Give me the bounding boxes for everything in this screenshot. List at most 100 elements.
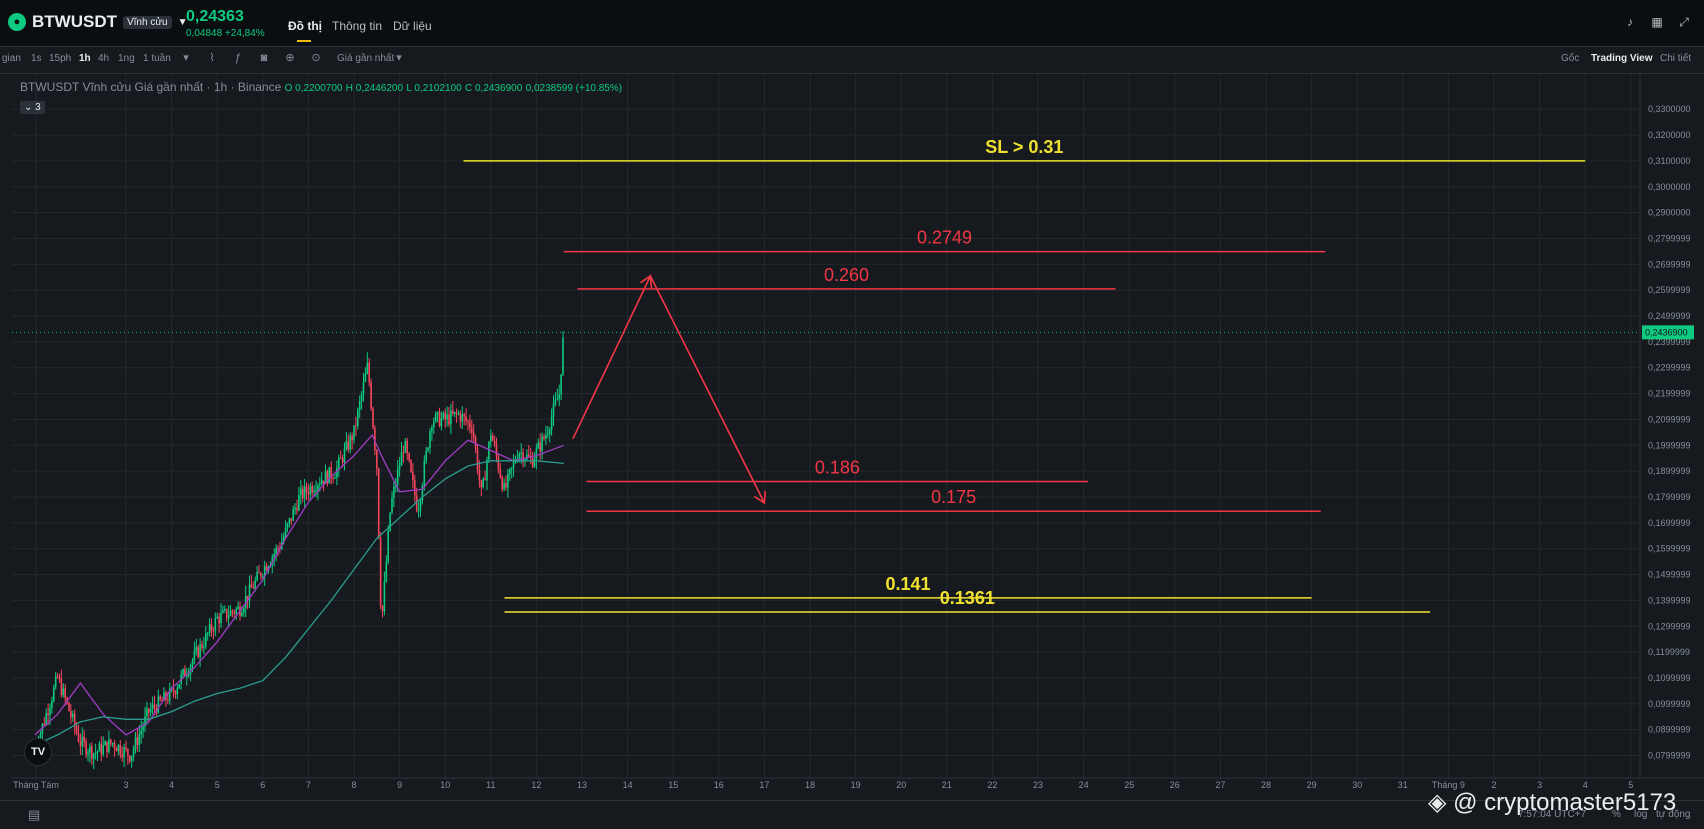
candle-body [550, 416, 553, 430]
time-label[interactable]: gian [2, 53, 21, 64]
level-label: 0.186 [815, 457, 860, 477]
candle-body [260, 573, 262, 577]
candle-body [334, 477, 336, 479]
candle-body [450, 410, 452, 425]
y-tick-label: 0,3100000 [1648, 156, 1691, 166]
candle-body [91, 746, 93, 759]
candle-body [556, 399, 559, 401]
symbol-name: BTWUSDT [32, 12, 117, 31]
candle-body [220, 612, 222, 624]
grid-icon[interactable]: ▦ [1650, 15, 1664, 29]
candle-body [210, 624, 213, 631]
view-tradingview[interactable]: Trading View [1591, 53, 1653, 64]
symbol-selector[interactable]: ● BTWUSDT Vĩnh cửu ▼ [8, 12, 188, 32]
interval-15m[interactable]: 15ph [49, 53, 71, 64]
candle-body [275, 547, 277, 554]
interval-1h[interactable]: 1h [79, 53, 91, 64]
candle-body [172, 688, 175, 692]
price-type-select[interactable]: Giá gần nhất [337, 53, 394, 64]
candle-body [425, 450, 427, 461]
y-tick-label: 0,2099999 [1648, 414, 1691, 424]
expand-icon[interactable]: ⤢ [1677, 15, 1691, 29]
interval-dropdown-icon[interactable]: ▾ [180, 52, 192, 64]
interval-1s[interactable]: 1s [31, 53, 42, 64]
candle-body [87, 752, 89, 755]
x-tick-label: 23 [1033, 780, 1043, 790]
price-change: 0,04848 +24,84% [186, 28, 265, 39]
candle-body [389, 512, 391, 531]
add-icon[interactable]: ⊕ [284, 52, 296, 64]
candle-body [469, 421, 471, 428]
candle-body [482, 478, 484, 488]
y-tick-label: 0,1199999 [1648, 647, 1690, 657]
candle-body [111, 743, 114, 745]
x-tick-label: 11 [486, 780, 495, 790]
indicator-toggle[interactable]: ⌄ 3 [20, 101, 45, 114]
legend-delta: 0,0238599 (+10.85%) [525, 83, 623, 94]
interval-4h[interactable]: 4h [98, 53, 109, 64]
x-tick-label: 31 [1398, 780, 1408, 790]
candle-body [512, 461, 515, 468]
watermark-text: @ cryptomaster5173 [1453, 789, 1677, 816]
x-tick-label: 24 [1079, 780, 1089, 790]
price-chart[interactable]: 0,3300000 0,3200000 0,3100000 0,3000000 0,29… [0, 74, 1704, 828]
candle-body [117, 744, 120, 752]
price-type-chevron-icon[interactable]: ▾ [393, 52, 405, 64]
candle-body [328, 467, 331, 484]
candle-body [398, 465, 401, 470]
candle-body [362, 381, 365, 395]
candle-body [357, 409, 359, 426]
candle-body [294, 507, 296, 510]
chart-type-icon[interactable]: ⌇ [206, 52, 218, 64]
candle-body [83, 736, 85, 742]
view-original[interactable]: Gốc [1561, 53, 1579, 64]
calendar-icon[interactable]: ▤ [28, 808, 40, 821]
candle-body [322, 480, 325, 484]
chart-area[interactable]: 0,3300000 0,3200000 0,3100000 0,3000000 0,29… [0, 74, 1704, 828]
settings-icon[interactable]: ⊙ [310, 52, 322, 64]
candle-body [142, 726, 144, 731]
candle-body [459, 413, 462, 422]
y-tick-label: 0,2699999 [1648, 259, 1691, 269]
level-label: 0.2749 [917, 228, 972, 248]
candle-body [298, 494, 300, 511]
active-tab-indicator [297, 40, 311, 42]
watermark: ◈ @ cryptomaster5173 [1428, 788, 1676, 817]
x-tick-label: 25 [1124, 780, 1134, 790]
candle-body [345, 441, 348, 449]
coin-icon: ● [8, 13, 26, 31]
indicators-icon[interactable]: ƒ [232, 52, 244, 64]
candle-body [377, 468, 380, 538]
view-depth[interactable]: Chi tiết [1660, 53, 1691, 64]
candle-body [193, 651, 196, 661]
x-tick-label: 9 [397, 780, 402, 790]
candle-body [214, 617, 217, 631]
candle-body [303, 486, 306, 499]
interval-1d[interactable]: 1ng [118, 53, 135, 64]
tab-info[interactable]: Thông tin [332, 19, 382, 33]
tab-data[interactable]: Dữ liệu [393, 19, 432, 33]
candle-body [307, 492, 310, 495]
candle-body [149, 709, 152, 713]
interval-1w[interactable]: 1 tuần [143, 53, 171, 64]
tab-chart[interactable]: Đồ thị [288, 19, 322, 33]
candle-body [201, 644, 203, 648]
candle-body [457, 413, 460, 415]
candle-body [258, 572, 260, 574]
contract-badge: Vĩnh cửu [122, 15, 172, 29]
candle-body [51, 700, 53, 708]
candle-body [191, 660, 194, 666]
bell-icon[interactable]: ♪ [1623, 15, 1637, 29]
candle-body [543, 436, 545, 439]
x-tick-label: Tháng Tám [13, 780, 59, 790]
level-label: 0.260 [824, 265, 869, 285]
candle-body [509, 469, 511, 474]
candle-body [53, 687, 55, 701]
candle-body [182, 669, 184, 675]
candle-body [132, 749, 135, 756]
camera-icon[interactable]: ◙ [258, 52, 270, 64]
candle-body [552, 404, 555, 417]
tradingview-logo: TV [24, 738, 52, 766]
level-label: 0.1361 [940, 588, 995, 608]
candle-body [554, 400, 557, 405]
